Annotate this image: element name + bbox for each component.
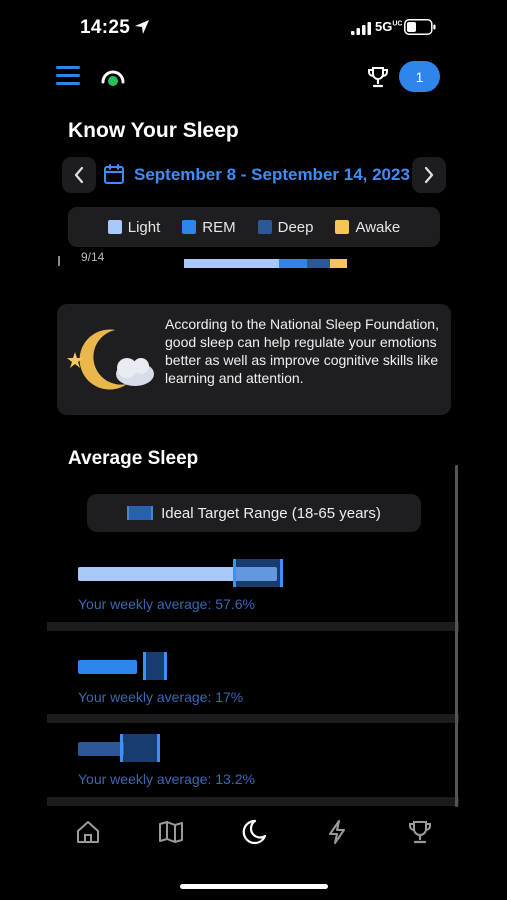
legend-item-awake: Awake (335, 219, 400, 236)
daily-sleep-row: 9/14 (58, 252, 388, 270)
ideal-range-swatch (127, 506, 154, 520)
tab-trophy[interactable] (406, 818, 434, 846)
trophy-icon[interactable] (367, 66, 389, 88)
battery-icon (404, 19, 436, 35)
chevron-left-icon (74, 166, 84, 184)
status-bar: 14:25 5GUC (0, 0, 507, 56)
sleep-segment-light (184, 259, 279, 268)
ideal-range-marker (143, 652, 167, 680)
network-type: 5GUC (375, 19, 403, 34)
average-bar-rem (78, 660, 137, 674)
ideal-range-label: Ideal Target Range (18-65 years) (161, 504, 381, 522)
tab-energy[interactable] (323, 818, 351, 846)
calendar-icon (104, 164, 124, 184)
home-icon (77, 821, 99, 843)
average-bar-deep (78, 742, 124, 756)
ideal-range-marker (233, 559, 283, 587)
date-range-label[interactable]: September 8 - September 14, 2023 (134, 165, 410, 185)
weekly-average-caption: Your weekly average: 17% (78, 689, 244, 705)
row-date-label: 9/14 (81, 252, 105, 264)
legend-label: Light (127, 218, 161, 236)
average-light: Your weekly average: 57.6% (78, 559, 438, 612)
notification-badge[interactable]: 1 (399, 61, 440, 92)
home-indicator[interactable] (180, 884, 328, 889)
legend-label: REM (202, 218, 236, 236)
bottom-tab-bar (0, 806, 507, 866)
sleep-screen: 14:25 5GUC 1 Know Your Sleep September 8… (0, 0, 507, 900)
ideal-range-legend: Ideal Target Range (18-65 years) (87, 494, 421, 532)
status-time: 14:25 (80, 17, 131, 38)
sleep-tip-text: According to the National Sleep Foundati… (165, 316, 439, 386)
legend-item-deep: Deep (257, 218, 314, 236)
lightning-icon (329, 820, 345, 844)
tab-sleep[interactable] (240, 818, 268, 846)
average-sleep-title: Average Sleep (68, 448, 199, 469)
weekly-average-caption: Your weekly average: 57.6% (78, 596, 255, 612)
row-tick (58, 256, 60, 266)
map-icon (159, 821, 183, 843)
next-week-button[interactable] (412, 157, 446, 193)
average-deep: Your weekly average: 13.2% (78, 734, 438, 787)
sleep-tip-card: According to the National Sleep Foundati… (57, 304, 451, 415)
chevron-right-icon (424, 166, 434, 184)
stacked-sleep-bar (184, 259, 347, 268)
location-arrow-icon (135, 20, 149, 34)
ring-status-icon[interactable] (99, 64, 127, 90)
previous-week-button[interactable] (62, 157, 96, 193)
scrollbar[interactable] (455, 465, 458, 807)
menu-line-icon (56, 66, 80, 69)
moon-icon (242, 819, 267, 845)
menu-line-icon (56, 82, 80, 85)
tab-map[interactable] (157, 818, 185, 846)
menu-line-icon (56, 74, 80, 77)
ideal-range-marker (120, 734, 160, 762)
legend-swatch (182, 220, 197, 234)
average-rem: Your weekly average: 17% (78, 652, 438, 705)
sleep-segment-deep (307, 259, 330, 268)
tab-home[interactable] (74, 818, 102, 846)
legend-swatch (335, 220, 350, 234)
signal-icon (351, 22, 371, 35)
legend-label: Awake (355, 218, 401, 236)
weekly-average-caption: Your weekly average: 13.2% (78, 771, 255, 787)
hamburger-menu-button[interactable] (56, 66, 80, 88)
section-divider (47, 622, 459, 631)
sleep-segment-rem (279, 259, 307, 268)
page-title: Know Your Sleep (68, 119, 239, 142)
legend-label: Deep (277, 218, 314, 236)
sleep-stage-legend: Light REM Deep Awake (68, 207, 440, 247)
date-navigator: September 8 - September 14, 2023 (62, 157, 446, 193)
moon-cloud-icon (67, 329, 154, 390)
legend-item-light: Light (107, 218, 161, 236)
legend-swatch (107, 220, 122, 234)
sleep-segment-awake (330, 259, 347, 268)
legend-item-rem: REM (182, 218, 236, 236)
section-divider (47, 714, 459, 723)
trophy-icon (409, 821, 431, 844)
section-divider (47, 797, 459, 806)
legend-swatch (257, 220, 272, 234)
